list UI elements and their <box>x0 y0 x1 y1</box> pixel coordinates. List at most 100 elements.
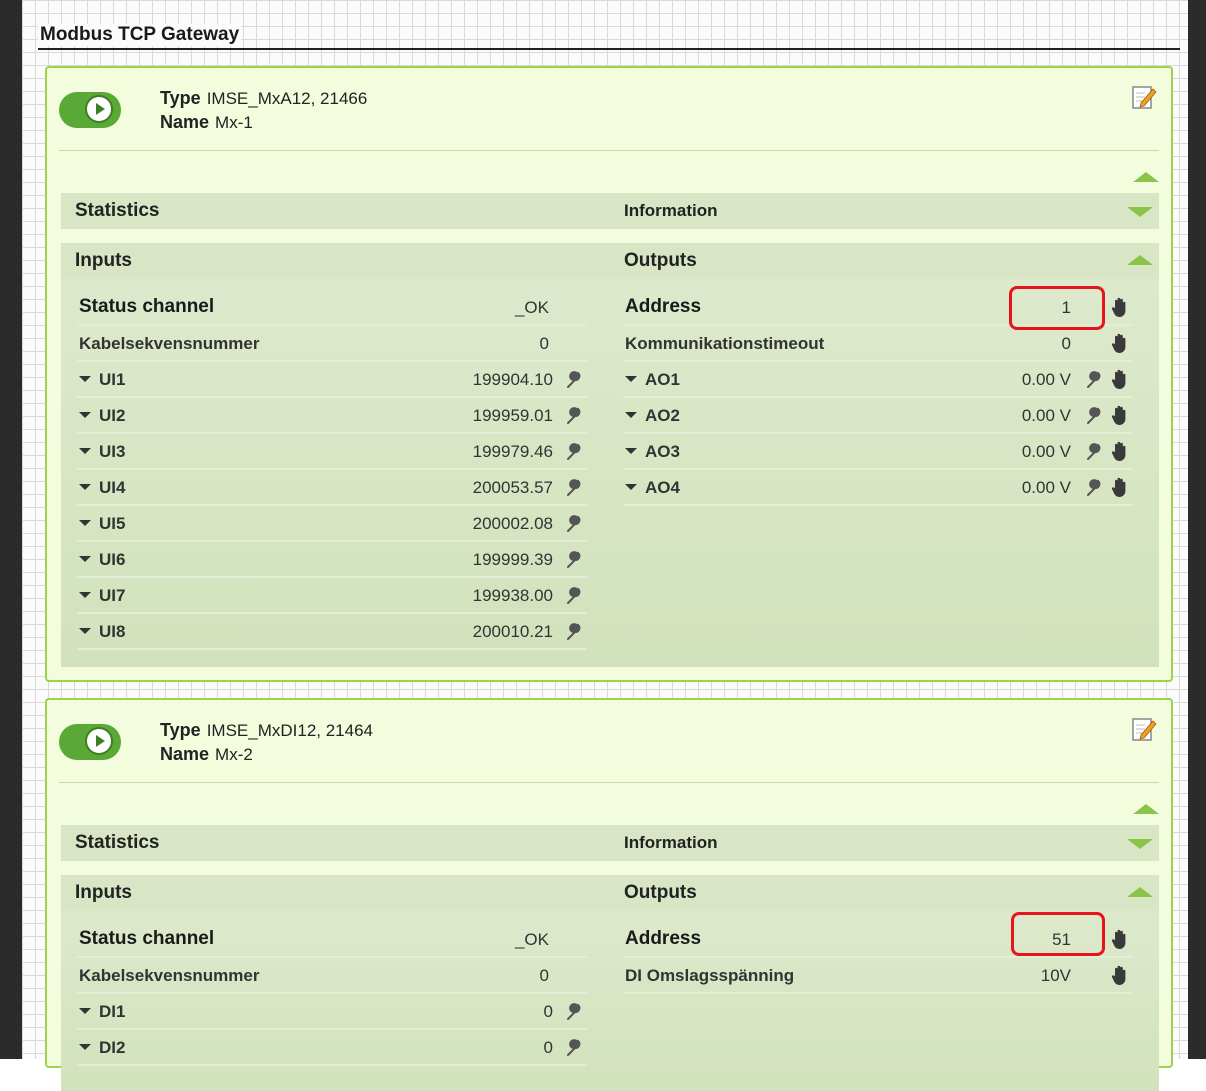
module-enable-toggle[interactable] <box>59 724 121 760</box>
input-row-ui8[interactable]: UI8 200010.21 <box>77 614 587 650</box>
output-value: 0.00 V <box>1021 478 1071 497</box>
input-label: UI8 <box>99 622 126 641</box>
module-enable-toggle[interactable] <box>59 92 121 128</box>
hand-icon[interactable] <box>1111 296 1129 318</box>
output-row-kommunikationstimeout[interactable]: Kommunikationstimeout 0 <box>623 326 1133 362</box>
input-row-ui2[interactable]: UI2 199959.01 <box>77 398 587 434</box>
module-type-row: Type IMSE_MxDI12, 21464 <box>160 720 373 741</box>
input-row-ui4[interactable]: UI4 200053.57 <box>77 470 587 506</box>
statistics-bar[interactable]: Statistics Information <box>61 193 1159 229</box>
wrench-icon[interactable] <box>565 515 583 533</box>
caret-down-icon <box>79 411 91 418</box>
wrench-icon[interactable] <box>1085 371 1103 389</box>
caret-down-icon <box>79 555 91 562</box>
output-row-ao2[interactable]: AO2 0.00 V <box>623 398 1133 434</box>
input-row-di1[interactable]: DI1 0 <box>77 994 587 1030</box>
input-row-status-channel: Status channel _OK <box>77 290 587 326</box>
hand-icon[interactable] <box>1111 332 1129 354</box>
input-value: 200010.21 <box>472 622 553 641</box>
statistics-bar[interactable]: Statistics Information <box>61 825 1159 861</box>
wrench-icon[interactable] <box>565 479 583 497</box>
statistics-label: Statistics <box>75 200 160 221</box>
input-value: 0 <box>543 1038 553 1057</box>
page-title: Modbus TCP Gateway <box>38 24 242 46</box>
wrench-icon[interactable] <box>565 551 583 569</box>
hand-icon[interactable] <box>1111 476 1129 498</box>
module-card-mx-2: Type IMSE_MxDI12, 21464 Name Mx-2 Statisti… <box>45 698 1173 1091</box>
expand-arrow-icon[interactable] <box>1127 207 1153 217</box>
wrench-icon[interactable] <box>1085 479 1103 497</box>
input-row-di2[interactable]: DI2 0 <box>77 1030 587 1066</box>
output-row-di-omslagsspanning[interactable]: DI Omslagsspänning 10V <box>623 958 1133 994</box>
title-divider <box>38 48 1180 50</box>
caret-down-icon <box>79 1007 91 1014</box>
input-label: DI1 <box>99 1002 126 1021</box>
input-row-ui3[interactable]: UI3 199979.46 <box>77 434 587 470</box>
caret-down-icon <box>79 591 91 598</box>
edit-icon[interactable] <box>1131 716 1157 742</box>
hand-icon[interactable] <box>1111 928 1129 950</box>
name-value: Mx-1 <box>215 113 253 132</box>
output-label: AO2 <box>645 406 680 425</box>
inputs-outputs-bar: Inputs Outputs <box>61 243 1159 279</box>
wrench-icon[interactable] <box>565 1039 583 1057</box>
input-value: 199904.10 <box>472 370 553 389</box>
inputs-outputs-bar: Inputs Outputs <box>61 875 1159 911</box>
outputs-label: Outputs <box>624 250 697 271</box>
wrench-icon[interactable] <box>1085 407 1103 425</box>
input-value: 199938.00 <box>472 586 553 605</box>
play-toggle-icon <box>85 727 113 755</box>
wrench-icon[interactable] <box>565 443 583 461</box>
input-value: 0 <box>543 1002 553 1021</box>
input-value: 0 <box>539 966 549 985</box>
hand-icon[interactable] <box>1111 964 1129 986</box>
module-name-row: Name Mx-1 <box>160 112 253 133</box>
wrench-icon[interactable] <box>1085 443 1103 461</box>
collapse-arrow-icon[interactable] <box>1127 255 1153 265</box>
input-value: 199959.01 <box>472 406 553 425</box>
information-label: Information <box>624 833 718 852</box>
collapse-arrow-icon[interactable] <box>1127 887 1153 897</box>
caret-down-icon <box>79 375 91 382</box>
address-highlight-box <box>1009 286 1105 330</box>
output-label: Address <box>625 928 702 949</box>
input-row-ui1[interactable]: UI1 199904.10 <box>77 362 587 398</box>
input-label: UI4 <box>99 478 126 497</box>
input-label: UI7 <box>99 586 126 605</box>
hand-icon[interactable] <box>1111 404 1129 426</box>
module-type-row: Type IMSE_MxA12, 21466 <box>160 88 367 109</box>
input-row-ui6[interactable]: UI6 199999.39 <box>77 542 587 578</box>
wrench-icon[interactable] <box>565 587 583 605</box>
input-value: _OK <box>514 930 549 949</box>
type-value: IMSE_MxA12, 21466 <box>206 89 368 108</box>
inputs-label: Inputs <box>75 250 132 271</box>
input-row-ui5[interactable]: UI5 200002.08 <box>77 506 587 542</box>
collapse-arrow-icon[interactable] <box>1133 172 1159 182</box>
expand-arrow-icon[interactable] <box>1127 839 1153 849</box>
module-name-row: Name Mx-2 <box>160 744 253 765</box>
output-row-ao1[interactable]: AO1 0.00 V <box>623 362 1133 398</box>
inputs-label: Inputs <box>75 882 132 903</box>
edit-icon[interactable] <box>1131 84 1157 110</box>
output-row-ao4[interactable]: AO4 0.00 V <box>623 470 1133 506</box>
input-value: _OK <box>514 298 549 317</box>
input-value: 199999.39 <box>472 550 553 569</box>
output-value: 0.00 V <box>1021 442 1071 461</box>
hand-icon[interactable] <box>1111 440 1129 462</box>
output-value: 10V <box>1040 966 1071 985</box>
output-row-ao3[interactable]: AO3 0.00 V <box>623 434 1133 470</box>
caret-down-icon <box>625 375 637 382</box>
input-label: Kabelsekvensnummer <box>79 334 260 353</box>
wrench-icon[interactable] <box>565 1003 583 1021</box>
module-card-mx-1: Type IMSE_MxA12, 21466 Name Mx-1 Statistic… <box>45 66 1173 682</box>
wrench-icon[interactable] <box>565 623 583 641</box>
input-value: 200053.57 <box>472 478 553 497</box>
name-value: Mx-2 <box>215 745 253 764</box>
hand-icon[interactable] <box>1111 368 1129 390</box>
input-row-ui7[interactable]: UI7 199938.00 <box>77 578 587 614</box>
input-value: 200002.08 <box>472 514 553 533</box>
wrench-icon[interactable] <box>565 407 583 425</box>
collapse-arrow-icon[interactable] <box>1133 804 1159 814</box>
caret-down-icon <box>79 627 91 634</box>
wrench-icon[interactable] <box>565 371 583 389</box>
